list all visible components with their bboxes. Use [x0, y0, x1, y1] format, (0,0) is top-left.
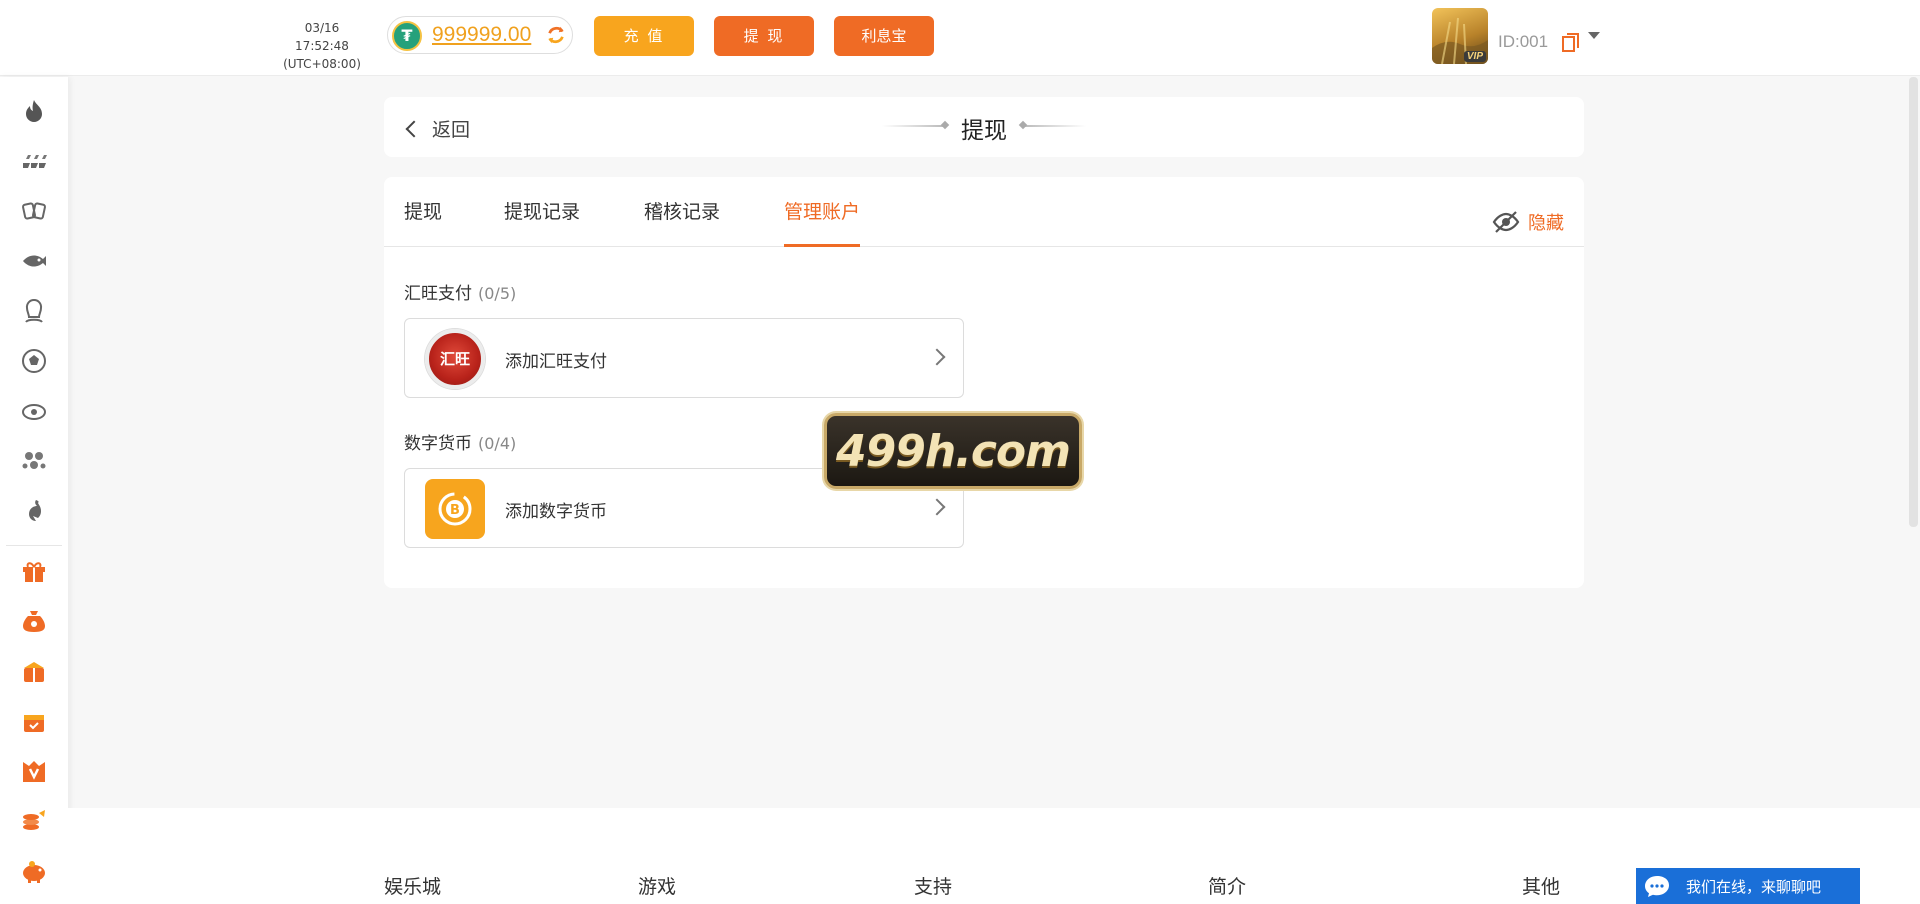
hide-toggle[interactable]: 隐藏 [1492, 209, 1564, 235]
reward-box-icon[interactable] [18, 705, 50, 737]
chat-label: 我们在线，来聊聊吧 [1686, 877, 1822, 896]
title-card: 返回 提现 [384, 97, 1584, 157]
section-crypto-count: (0/4) [478, 434, 517, 453]
cards-icon[interactable] [18, 195, 50, 227]
page-title: 提现 [961, 118, 1007, 144]
lottery-icon[interactable] [18, 445, 50, 477]
chat-bubble-icon [1645, 876, 1669, 897]
footer-col-support[interactable]: 支持 [914, 872, 952, 899]
site-watermark-logo: 499h.com [824, 413, 1082, 489]
sidebar [0, 77, 68, 904]
avatar[interactable]: VIP [1432, 8, 1488, 64]
page-scrollbar[interactable] [1909, 77, 1918, 527]
sidebar-divider [6, 545, 62, 546]
chevron-right-icon [928, 498, 946, 516]
add-huiwang-label: 添加汇旺支付 [505, 352, 607, 372]
balance-value[interactable]: 999999.00 [432, 23, 531, 47]
hot-icon[interactable] [18, 95, 50, 127]
money-bag-icon[interactable] [18, 605, 50, 637]
tab-manage-accounts[interactable]: 管理账户 [784, 197, 861, 247]
refresh-icon[interactable] [545, 24, 567, 46]
section-crypto-title: 数字货币 (0/4) [404, 429, 516, 454]
withdraw-button[interactable]: 提 现 [714, 16, 814, 56]
piggy-bank-icon[interactable] [18, 855, 50, 887]
cockfight-icon[interactable] [18, 495, 50, 527]
interest-button[interactable]: 利息宝 [834, 16, 934, 56]
title-decoration-right [1024, 125, 1086, 127]
huiwang-logo-icon: 汇旺 [425, 329, 485, 389]
balance-box: ₮ 999999.00 [387, 16, 573, 54]
sports-icon[interactable] [18, 345, 50, 377]
copy-icon[interactable] [1562, 33, 1580, 53]
tab-audit-records[interactable]: 稽核记录 [644, 197, 720, 247]
clock-timezone: (UTC+08:00) [283, 57, 361, 71]
vip-badge: VIP [1463, 51, 1486, 62]
user-id: ID:001 [1498, 32, 1549, 51]
footer-col-casino[interactable]: 娱乐城 [384, 872, 441, 899]
chevron-right-icon [928, 348, 946, 366]
section-huiwang-name: 汇旺支付 [404, 284, 472, 304]
slots-icon[interactable] [18, 145, 50, 177]
clock-time: 03/16 17:52:48 [295, 21, 349, 53]
section-huiwang-count: (0/5) [478, 284, 517, 303]
usdt-icon: ₮ [392, 21, 422, 51]
footer-col-other[interactable]: 其他 [1522, 872, 1560, 899]
hide-label: 隐藏 [1528, 213, 1564, 234]
eye-off-icon [1492, 211, 1520, 233]
tab-bar: 提现 提现记录 稽核记录 管理账户 隐藏 [384, 177, 1584, 247]
tab-withdraw[interactable]: 提现 [404, 197, 442, 247]
account-management-card: 提现 提现记录 稽核记录 管理账户 隐藏 汇旺支付 (0/5) 汇旺 添加汇旺支付… [384, 177, 1584, 588]
section-crypto-name: 数字货币 [404, 434, 472, 454]
bitcoin-icon: B [425, 479, 485, 539]
deposit-button[interactable]: 充 值 [594, 16, 694, 56]
live-dealer-icon[interactable] [18, 295, 50, 327]
fishing-icon[interactable] [18, 245, 50, 277]
server-clock: 03/16 17:52:48 (UTC+08:00) [280, 19, 364, 73]
esports-icon[interactable] [18, 395, 50, 427]
add-huiwang-row[interactable]: 汇旺 添加汇旺支付 [404, 318, 964, 398]
gift-icon[interactable] [18, 555, 50, 587]
svg-text:B: B [450, 503, 460, 518]
live-chat-button[interactable]: 我们在线，来聊聊吧 [1636, 868, 1860, 904]
watermark-text: 499h.com [835, 425, 1071, 477]
rebate-icon[interactable] [18, 805, 50, 837]
footer-col-about[interactable]: 简介 [1208, 872, 1246, 899]
promo-icon[interactable] [18, 655, 50, 687]
vip-icon[interactable] [18, 755, 50, 787]
footer-col-games[interactable]: 游戏 [638, 872, 676, 899]
add-crypto-label: 添加数字货币 [505, 502, 607, 522]
tab-withdraw-records[interactable]: 提现记录 [504, 197, 580, 247]
caret-down-icon[interactable] [1588, 32, 1600, 39]
top-header: 03/16 17:52:48 (UTC+08:00) ₮ 999999.00 充… [0, 0, 1920, 76]
section-huiwang-title: 汇旺支付 (0/5) [404, 279, 516, 304]
